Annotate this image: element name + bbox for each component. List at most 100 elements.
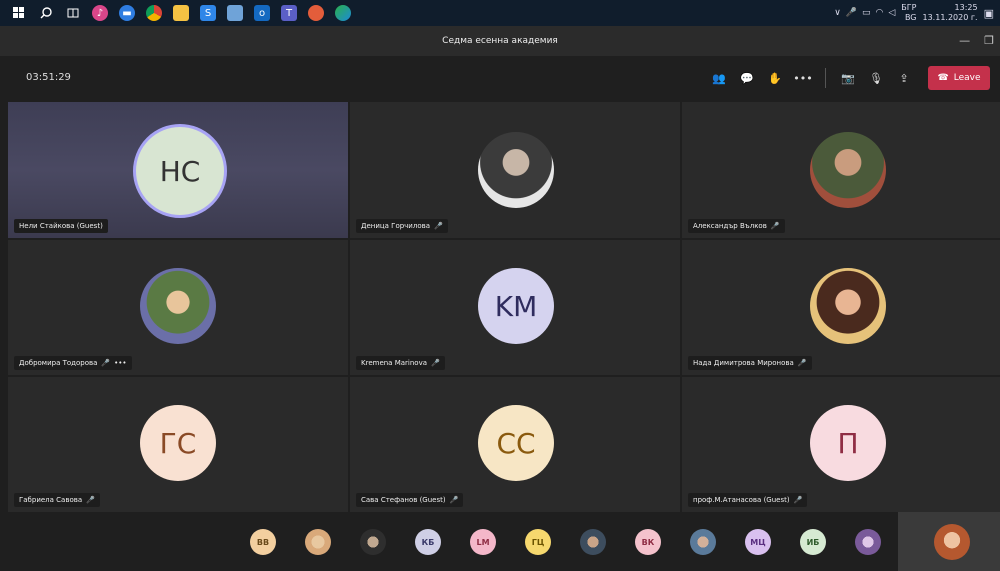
participant-name-tag: Kremena Marinova 🎤 [356, 356, 445, 370]
avatar [478, 132, 554, 208]
chat-icon[interactable]: 💬 [733, 64, 761, 92]
itunes-icon[interactable]: ♪ [92, 5, 108, 21]
phone-hangup-icon: ☎ [937, 73, 949, 83]
overflow-avatar[interactable] [305, 529, 331, 555]
notification-icon[interactable]: ▣ [984, 7, 994, 20]
avatar: ГС [140, 405, 216, 481]
clock-date: 13.11.2020 г. [922, 13, 978, 22]
participant-name: Сава Стефанов (Guest) [361, 496, 446, 504]
share-screen-icon[interactable]: ⇪ [890, 64, 918, 92]
mic-muted-icon: 🎤 [431, 359, 440, 367]
overflow-avatar[interactable]: КБ [415, 529, 441, 555]
overflow-avatar[interactable]: BB [250, 529, 276, 555]
mic-muted-icon: 🎤 [793, 496, 803, 504]
app-red-icon[interactable] [308, 5, 324, 21]
chat-app-icon[interactable]: ▬ [119, 5, 135, 21]
search-icon[interactable] [38, 5, 54, 21]
participant-name: Kremena Marinova [361, 359, 428, 367]
participant-name-tag: Деница Горчилова 🎤 [356, 219, 448, 233]
avatar: НС [133, 124, 227, 218]
battery-icon[interactable]: ▭ [862, 8, 871, 18]
language-indicator[interactable]: БГР BG [901, 3, 916, 23]
avatar [810, 268, 886, 344]
volume-icon[interactable]: ◁ [888, 8, 895, 18]
overflow-avatar[interactable]: МЦ [745, 529, 771, 555]
windows-start-icon[interactable] [11, 5, 27, 21]
overflow-avatar[interactable]: LM [470, 529, 496, 555]
self-video-preview[interactable] [898, 512, 1000, 571]
mic-muted-icon: 🎤 [770, 222, 780, 230]
participant-name: Добромира Тодорова [19, 359, 98, 367]
participant-name: Нада Димитрова Миронова [693, 359, 794, 367]
restore-icon[interactable]: ❐ [984, 34, 994, 47]
participant-name-tag: Сава Стефанов (Guest) 🎤 [356, 493, 464, 507]
participant-grid: НС Нели Стайкова (Guest) Деница Горчилов… [8, 102, 1000, 512]
participant-tile[interactable]: П проф.М.Атанасова (Guest) 🎤 [682, 377, 1000, 512]
participant-name: проф.М.Атанасова (Guest) [693, 496, 790, 504]
file-explorer-icon[interactable] [173, 5, 189, 21]
overflow-avatar[interactable] [855, 529, 881, 555]
participant-name-tag: Нада Димитрова Миронова 🎤 [688, 356, 812, 370]
overflow-avatar[interactable] [690, 529, 716, 555]
participant-name: Александър Вълков [693, 222, 767, 230]
window-titlebar: Седма есенна академия — ❐ [0, 26, 1000, 56]
mic-off-icon[interactable]: 🎙 [862, 64, 890, 92]
system-tray: ∨ 🎤 ▭ ◠ ◁ БГР BG 13:25 13.11.2020 г. ▣ [834, 0, 994, 26]
call-timer: 03:51:29 [26, 72, 71, 83]
participant-name: Деница Горчилова [361, 222, 431, 230]
teams-icon[interactable]: T [281, 5, 297, 21]
participant-tile[interactable]: Александър Вълков 🎤 [682, 102, 1000, 238]
call-control-bar: 03:51:29 👥 💬 ✋ ••• 📷 🎙 ⇪ ☎ Leave [0, 56, 1000, 102]
outlook-icon[interactable]: o [254, 5, 270, 21]
overflow-avatar[interactable] [580, 529, 606, 555]
participant-tile[interactable]: Нада Димитрова Миронова 🎤 [682, 240, 1000, 375]
more-actions-icon[interactable]: ••• [789, 64, 817, 92]
self-avatar [934, 524, 970, 560]
participants-icon[interactable]: 👥 [705, 64, 733, 92]
edge-icon[interactable] [335, 5, 351, 21]
window-title: Седма есенна академия [442, 36, 558, 46]
more-options-icon[interactable]: ••• [114, 359, 126, 367]
participant-name-tag: Нели Стайкова (Guest) [14, 219, 108, 233]
leave-button[interactable]: ☎ Leave [928, 66, 990, 90]
task-view-icon[interactable] [65, 5, 81, 21]
wifi-icon[interactable]: ◠ [876, 8, 884, 18]
mic-muted-icon: 🎤 [449, 496, 459, 504]
clock[interactable]: 13:25 13.11.2020 г. [923, 3, 978, 23]
mic-muted-icon: 🎤 [797, 359, 807, 367]
avatar: П [810, 405, 886, 481]
participant-tile[interactable]: Деница Горчилова 🎤 [350, 102, 680, 238]
participant-name-tag: Габриела Савова 🎤 [14, 493, 100, 507]
chrome-icon[interactable] [146, 5, 162, 21]
overflow-avatar[interactable]: ВК [635, 529, 661, 555]
avatar: KM [478, 268, 554, 344]
mic-muted-icon: 🎤 [434, 222, 443, 230]
participant-tile[interactable]: НС Нели Стайкова (Guest) [8, 102, 348, 238]
participant-name-tag: проф.М.Атанасова (Guest) 🎤 [688, 493, 808, 507]
microphone-tray-icon[interactable]: 🎤 [846, 8, 857, 18]
participant-name-tag: Александър Вълков 🎤 [688, 219, 785, 233]
mic-muted-icon: 🎤 [86, 496, 95, 504]
participant-tile[interactable]: ГС Габриела Савова 🎤 [8, 377, 348, 512]
avatar [140, 268, 216, 344]
participant-tile[interactable]: СС Сава Стефанов (Guest) 🎤 [350, 377, 680, 512]
divider [825, 68, 826, 88]
avatar: СС [478, 405, 554, 481]
mic-muted-icon: 🎤 [101, 359, 111, 367]
participant-tile[interactable]: KM Kremena Marinova 🎤 [350, 240, 680, 375]
minimize-icon[interactable]: — [959, 34, 970, 47]
leave-label: Leave [953, 73, 981, 83]
participant-tile[interactable]: Добромира Тодорова 🎤 ••• [8, 240, 348, 375]
raise-hand-icon[interactable]: ✋ [761, 64, 789, 92]
participant-name: Габриела Савова [19, 496, 83, 504]
overflow-avatar[interactable]: ИБ [800, 529, 826, 555]
tablet-icon[interactable] [227, 5, 243, 21]
chevron-up-icon[interactable]: ∨ [834, 8, 841, 18]
avatar [810, 132, 886, 208]
windows-taskbar: ♪ ▬ S o T ∨ 🎤 ▭ ◠ ◁ БГР BG 13:25 13.11.2… [0, 0, 1000, 26]
overflow-avatar[interactable]: ГЦ [525, 529, 551, 555]
participant-name-tag: Добромира Тодорова 🎤 ••• [14, 356, 132, 370]
camera-off-icon[interactable]: 📷 [834, 64, 862, 92]
overflow-avatar[interactable] [360, 529, 386, 555]
skype-icon[interactable]: S [200, 5, 216, 21]
